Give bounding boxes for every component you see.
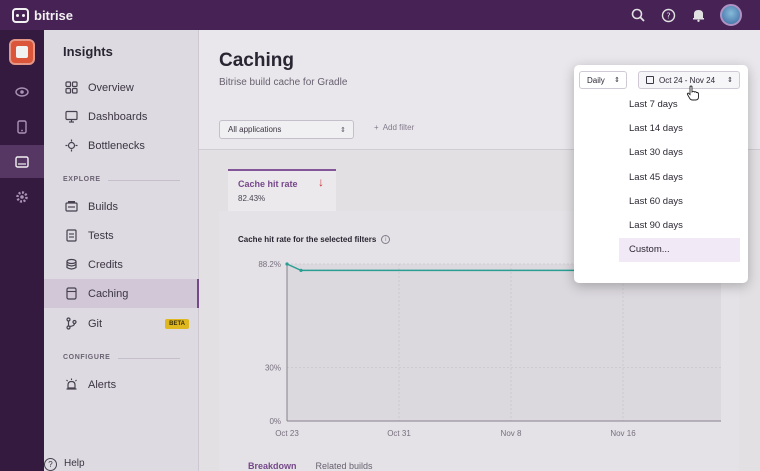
y-tick-label: 30% (265, 364, 281, 373)
help-link[interactable]: ? Help (44, 458, 85, 471)
data-point (285, 262, 289, 266)
top-bar: bitrise ? (0, 0, 760, 30)
metric-tab-label: Cache hit rate (238, 179, 298, 189)
help-label: Help (64, 458, 85, 469)
menu-item-last-30-days[interactable]: Last 30 days (619, 141, 740, 165)
builds-icon (64, 200, 78, 214)
divider (108, 180, 180, 181)
git-icon (64, 317, 78, 331)
help-icon[interactable]: ? (660, 7, 676, 23)
tests-icon (64, 229, 78, 243)
sidebar-item-label: Alerts (88, 378, 117, 391)
x-tick-label: Oct 23 (275, 429, 299, 438)
tab-breakdown[interactable]: Breakdown (248, 461, 297, 471)
menu-item-custom[interactable]: Custom... (619, 237, 740, 263)
hand-cursor-icon (686, 85, 699, 101)
page-subtitle: Bitrise build cache for Gradle (219, 77, 348, 88)
alerts-icon (64, 378, 78, 392)
add-filter-button[interactable]: + Add filter (374, 123, 414, 132)
sidebar-item-label: Tests (88, 229, 114, 242)
metric-tab-value: 82.43% (238, 194, 266, 203)
dashboards-icon (64, 110, 78, 124)
sidebar-item-label: Dashboards (88, 110, 148, 123)
bell-icon[interactable] (690, 7, 706, 23)
eye-icon[interactable] (0, 75, 44, 108)
sidebar-item-label: Credits (88, 258, 123, 271)
settings-icon[interactable] (0, 180, 44, 213)
menu-item-last-60-days[interactable]: Last 60 days (619, 189, 740, 213)
bottom-tabs: Breakdown Related builds (248, 461, 373, 471)
help-circle-icon: ? (44, 458, 57, 471)
beta-badge: BETA (165, 318, 189, 329)
sidebar-item-label: Overview (88, 81, 134, 94)
x-tick-label: Nov 16 (610, 429, 636, 438)
section-explore: EXPLORE (63, 176, 101, 183)
metric-tab-cache-hit-rate[interactable]: Cache hit rate 82.43% ↓ (228, 169, 336, 211)
sidebar-item-label: Builds (88, 200, 118, 213)
caching-icon (64, 287, 78, 301)
plot-area (287, 264, 721, 421)
granularity-select[interactable]: Daily ⇕ (579, 71, 627, 89)
svg-text:?: ? (666, 11, 670, 20)
chevron-updown-icon: ⇕ (340, 126, 346, 134)
granularity-value: Daily (587, 75, 605, 85)
search-icon[interactable] (630, 7, 646, 23)
icon-rail (0, 30, 44, 471)
app-filter-select[interactable]: All applications ⇕ (219, 120, 354, 139)
bottlenecks-icon (64, 139, 78, 153)
date-range-value: Oct 24 - Nov 24 (659, 75, 716, 85)
sidebar-item-tests[interactable]: Tests (44, 221, 199, 250)
bitrise-logo-icon (12, 7, 29, 23)
brand-name: bitrise (34, 7, 74, 23)
menu-item-last-7-days[interactable]: Last 7 days (619, 92, 740, 116)
insights-icon[interactable] (0, 145, 44, 178)
menu-item-last-14-days[interactable]: Last 14 days (619, 116, 740, 140)
overview-icon (64, 81, 78, 95)
chevron-updown-icon: ⇕ (614, 77, 620, 84)
sidebar-item-alerts[interactable]: Alerts (44, 370, 199, 399)
brand[interactable]: bitrise (12, 7, 74, 23)
sidebar-item-bottlenecks[interactable]: Bottlenecks (44, 131, 199, 160)
x-tick-label: Oct 31 (387, 429, 411, 438)
sidebar-item-dashboards[interactable]: Dashboards (44, 102, 199, 131)
sidebar-item-overview[interactable]: Overview (44, 73, 199, 102)
date-range-menu: Last 7 days Last 14 days Last 30 days La… (619, 92, 740, 263)
page-title: Caching (219, 50, 294, 71)
sidebar-title: Insights (63, 44, 113, 59)
sidebar-item-label: Bottlenecks (88, 139, 145, 152)
tab-related-builds[interactable]: Related builds (316, 461, 373, 471)
sidebar-item-credits[interactable]: Credits (44, 250, 199, 279)
sidebar-item-label: Git (88, 317, 103, 330)
sidebar: Insights Overview Dashboards Bottlenecks… (44, 30, 199, 471)
y-tick-label: 0% (269, 417, 281, 426)
divider (118, 358, 180, 359)
y-tick-label: 88.2% (258, 260, 281, 269)
sidebar-item-caching[interactable]: Caching (44, 279, 199, 308)
section-configure: CONFIGURE (63, 354, 111, 361)
menu-item-last-45-days[interactable]: Last 45 days (619, 165, 740, 189)
menu-item-last-90-days[interactable]: Last 90 days (619, 213, 740, 237)
arrow-down-icon: ↓ (318, 175, 324, 189)
credits-icon (64, 258, 78, 272)
phone-icon[interactable] (0, 110, 44, 143)
app-filter-value: All applications (228, 125, 282, 134)
x-tick-label: Nov 8 (501, 429, 522, 438)
plus-icon: + (374, 123, 379, 132)
data-point (299, 268, 303, 273)
app-icon[interactable] (9, 39, 35, 65)
calendar-icon (646, 76, 654, 84)
chevron-updown-icon: ⇕ (727, 77, 733, 84)
sidebar-item-builds[interactable]: Builds (44, 192, 199, 221)
add-filter-label: Add filter (382, 123, 415, 132)
date-range-popover: Daily ⇕ Oct 24 - Nov 24 ⇕ Last 7 days La… (574, 65, 748, 283)
sidebar-item-git[interactable]: Git BETA (44, 309, 199, 338)
sidebar-item-label: Caching (88, 287, 129, 300)
avatar[interactable] (720, 4, 742, 26)
